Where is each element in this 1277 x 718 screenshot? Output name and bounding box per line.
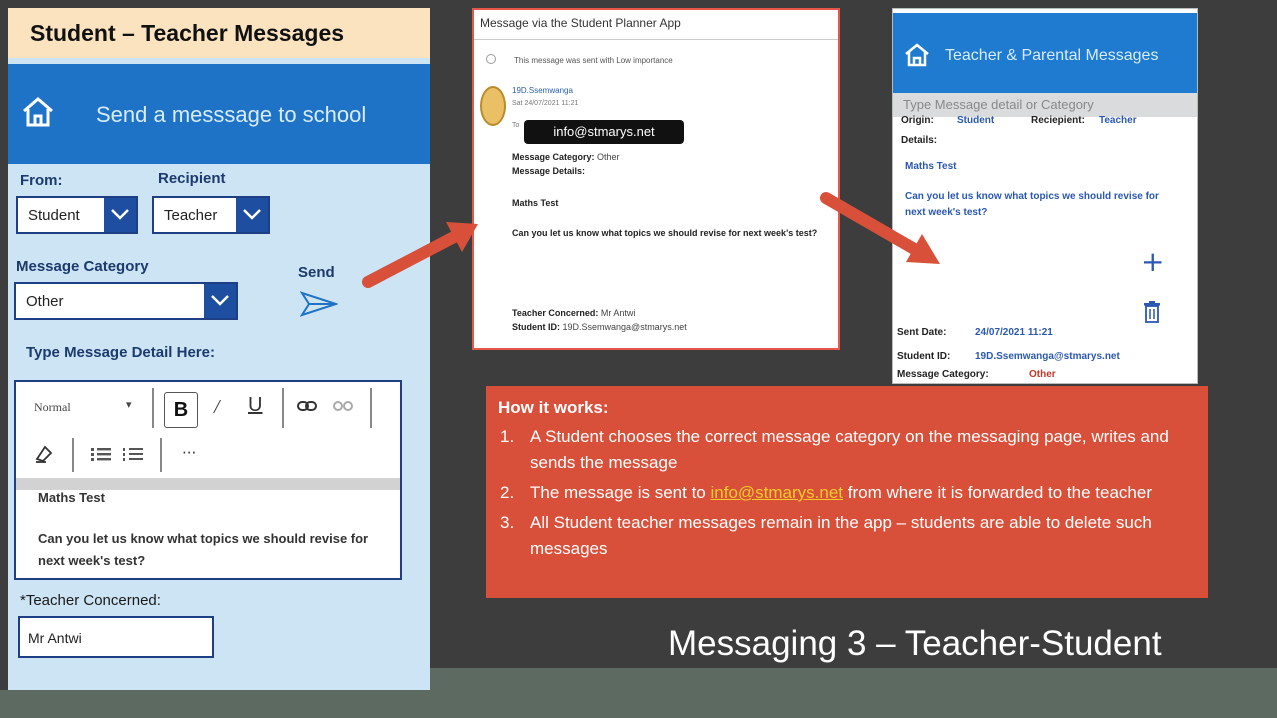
footer-band-left — [0, 690, 430, 718]
app-header: Teacher & Parental Messages — [893, 13, 1197, 93]
recipient-label: Reciepient: — [1031, 115, 1085, 126]
category-dropdown-value: Other — [26, 293, 64, 310]
numbered-list-icon[interactable] — [122, 446, 144, 462]
app-header: Send a messsage to school — [8, 64, 430, 164]
toolbar-divider — [72, 438, 74, 472]
from-label: From: — [20, 172, 63, 189]
link-icon[interactable] — [296, 398, 318, 414]
email-subject: Message via the Student Planner App — [474, 10, 838, 40]
how-it-works-list: 1. A Student chooses the correct message … — [498, 424, 1198, 566]
send-icon[interactable] — [300, 290, 338, 318]
chevron-down-icon[interactable] — [236, 198, 268, 232]
teacher-input[interactable]: Mr Antwi — [18, 616, 214, 658]
list-item: 2. The message is sent to info@stmarys.ne… — [500, 483, 1152, 502]
unlink-icon[interactable] — [332, 398, 354, 414]
bullet-list-icon[interactable] — [90, 446, 112, 462]
from-dropdown-value: Student — [28, 207, 80, 224]
chevron-down-icon[interactable] — [204, 284, 236, 318]
bold-button[interactable]: B — [164, 392, 198, 428]
list-item: 3. All Student teacher messages remain in… — [500, 513, 1152, 558]
message-line: Can you let us know what topics we shoul… — [905, 191, 1159, 218]
origin-value: Student — [957, 115, 995, 126]
recipient-dropdown-value: Teacher — [164, 207, 218, 224]
sender-avatar — [480, 86, 506, 126]
message-editor[interactable]: Normal ▾ B / U ··· Maths Test Can you le… — [14, 380, 402, 580]
details-label: Details: — [901, 135, 938, 146]
add-icon[interactable]: + — [1141, 245, 1164, 278]
sent-date-value: 24/07/2021 11:21 — [975, 327, 1053, 338]
recipient-dropdown[interactable]: Teacher — [152, 196, 270, 234]
footer-band — [430, 668, 1277, 718]
message-line: Maths Test — [905, 161, 957, 172]
section-title: Student – Teacher Messages — [8, 8, 430, 58]
style-select[interactable]: Normal — [34, 400, 71, 415]
email-details-label: Message Details: — [512, 166, 586, 176]
category-value: Other — [1029, 369, 1056, 380]
home-icon[interactable] — [20, 94, 56, 130]
email-line: Can you let us know what topics we shoul… — [512, 228, 818, 238]
from-dropdown[interactable]: Student — [16, 196, 138, 234]
teacher-input-value: Mr Antwi — [28, 630, 82, 646]
category-label: Message Category — [16, 258, 149, 275]
how-it-works-title: How it works: — [498, 398, 609, 417]
email-link[interactable]: info@stmarys.net — [710, 483, 843, 502]
send-message-app: Student – Teacher Messages Send a messsa… — [8, 8, 430, 690]
category-dropdown[interactable]: Other — [14, 282, 238, 320]
email-preview: Message via the Student Planner App This… — [472, 8, 840, 350]
email-teacher: Teacher Concerned: Mr Antwi — [512, 308, 636, 318]
recipient-value: Teacher — [1099, 115, 1137, 126]
style-caret-icon[interactable]: ▾ — [126, 398, 132, 411]
info-icon — [486, 54, 496, 64]
email-student: Student ID: 19D.Ssemwanga@stmarys.net — [512, 322, 687, 332]
recipient-label: Recipient — [158, 170, 226, 187]
category-label: Message Category: — [897, 369, 989, 380]
email-sender: 19D.Ssemwanga — [512, 86, 573, 95]
origin-label: Origin: — [901, 115, 934, 126]
toolbar-divider — [160, 438, 162, 472]
list-item: 1. A Student chooses the correct message … — [500, 427, 1169, 472]
underline-button[interactable]: U — [248, 394, 262, 417]
email-to-prefix: To — [512, 122, 520, 129]
editor-text-line: Maths Test — [38, 490, 105, 505]
email-line: Maths Test — [512, 198, 559, 208]
slide-title: Messaging 3 – Teacher-Student — [668, 624, 1162, 663]
clear-format-icon[interactable] — [34, 444, 54, 464]
home-icon[interactable] — [903, 41, 931, 69]
search-input[interactable]: Type Message detail or Category — [893, 93, 1197, 117]
app-header-title: Send a messsage to school — [96, 102, 367, 127]
how-it-works-box: How it works: 1. A Student chooses the co… — [486, 386, 1208, 598]
email-date: Sat 24/07/2021 11:21 — [512, 100, 579, 107]
send-label[interactable]: Send — [298, 264, 335, 281]
editor-toolbar-divider — [16, 478, 400, 490]
toolbar-divider — [282, 388, 284, 428]
app-header-title: Teacher & Parental Messages — [945, 47, 1159, 64]
email-category: Message Category: Other — [512, 152, 620, 162]
chevron-down-icon[interactable] — [104, 198, 136, 232]
detail-label: Type Message Detail Here: — [26, 344, 215, 361]
trash-icon[interactable] — [1143, 301, 1161, 323]
student-id-label: Student ID: — [897, 351, 951, 362]
message-list-app: Teacher & Parental Messages Type Message… — [892, 8, 1198, 384]
toolbar-divider — [370, 388, 372, 428]
student-id-value: 19D.Ssemwanga@stmarys.net — [975, 351, 1120, 362]
more-options-icon[interactable]: ··· — [182, 444, 196, 462]
italic-button[interactable]: / — [214, 396, 220, 419]
editor-text-line: Can you let us know what topics we shoul… — [38, 531, 369, 568]
sent-date-label: Sent Date: — [897, 327, 947, 338]
email-to-address: info@stmarys.net — [524, 120, 684, 144]
toolbar-divider — [152, 388, 154, 428]
teacher-label: *Teacher Concerned: — [20, 592, 161, 609]
email-importance-note: This message was sent with Low importanc… — [514, 56, 673, 65]
